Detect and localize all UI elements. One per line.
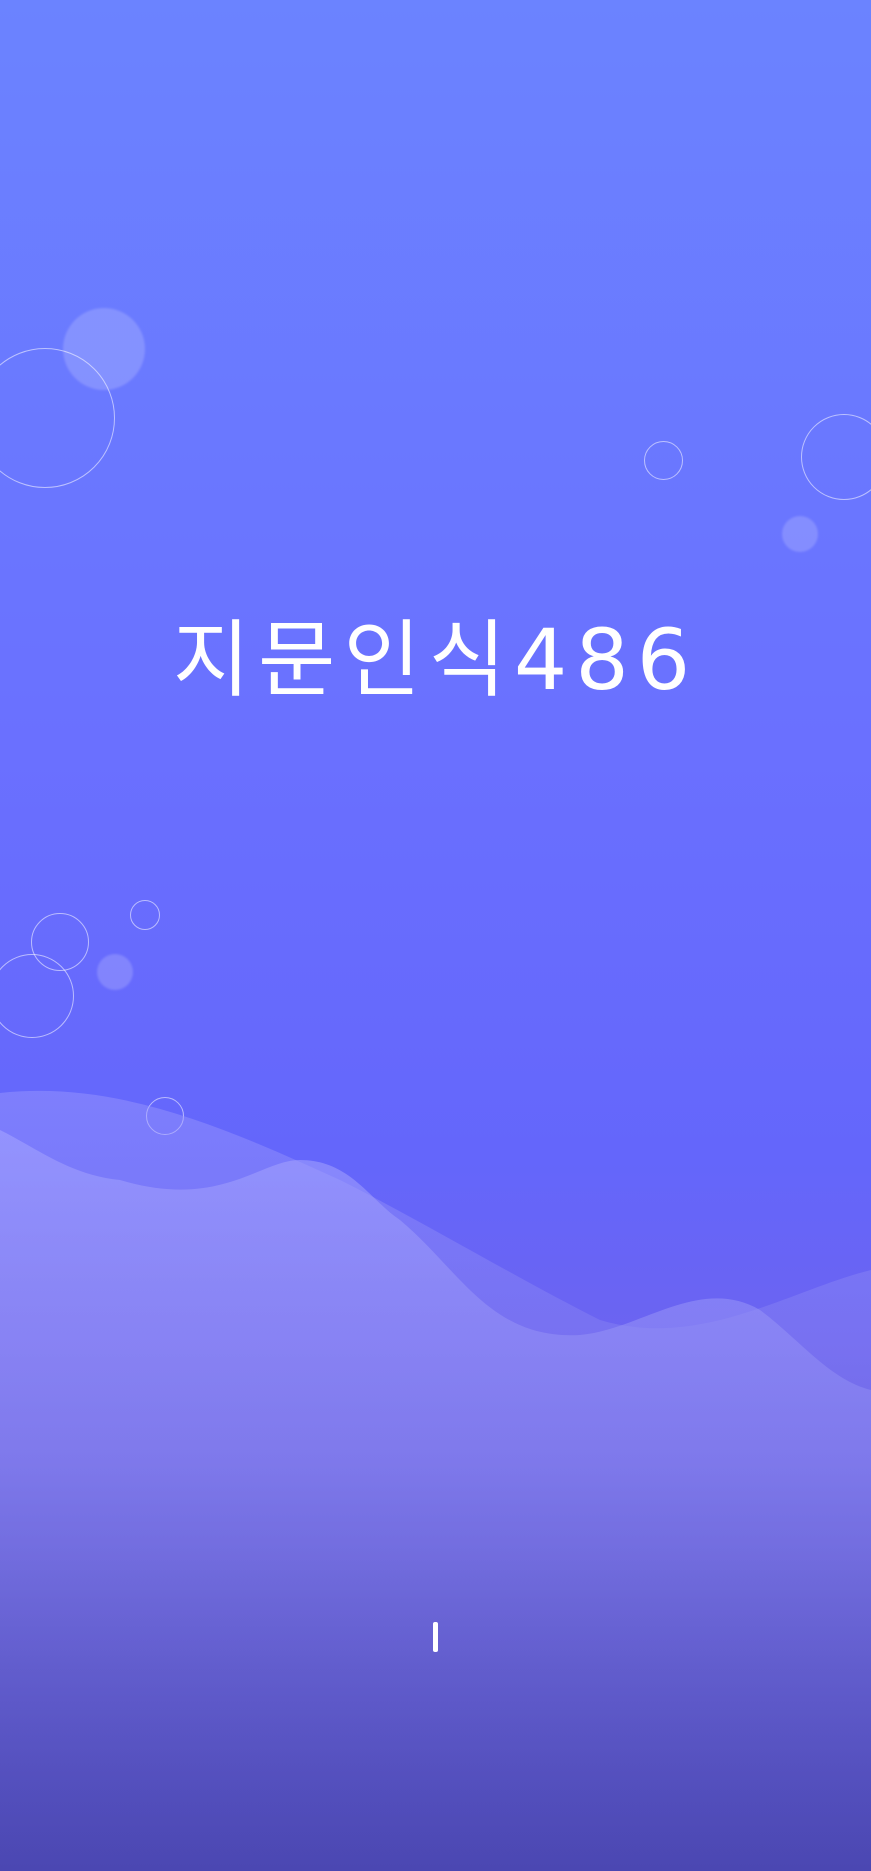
wave-background	[0, 1090, 871, 1871]
splash-screen: 지문인식486	[0, 0, 871, 1871]
loading-indicator	[433, 1622, 438, 1652]
decorative-bubble	[0, 954, 74, 1038]
decorative-bubble	[130, 900, 160, 930]
decorative-bubble	[782, 516, 818, 552]
app-title: 지문인식486	[172, 611, 699, 709]
decorative-bubble	[801, 414, 871, 500]
decorative-bubble	[644, 441, 683, 480]
decorative-bubble	[97, 954, 133, 990]
